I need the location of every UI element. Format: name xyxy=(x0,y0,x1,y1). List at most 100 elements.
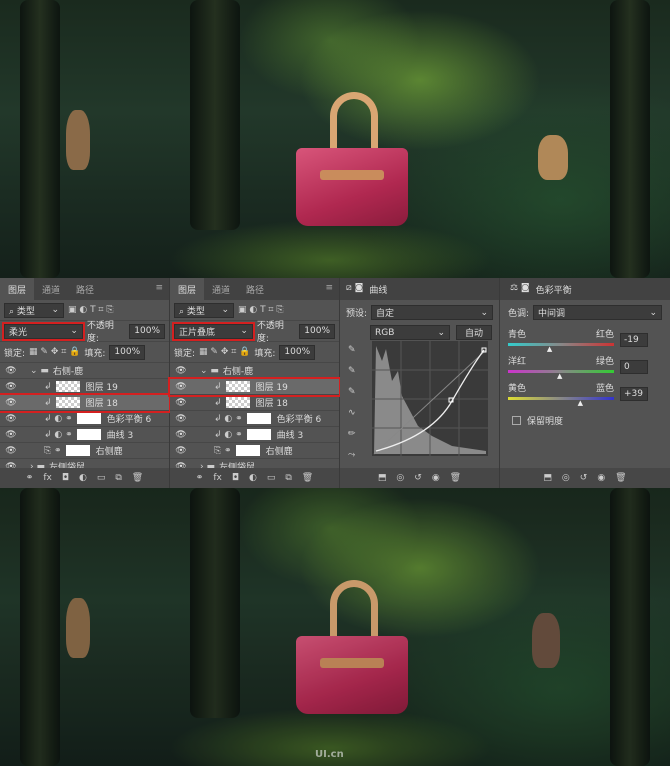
eye-icon[interactable]: 👁 xyxy=(0,366,22,376)
mask-icon[interactable]: ◘ xyxy=(62,473,69,483)
eye-icon[interactable]: 👁 xyxy=(170,446,192,456)
color-slider[interactable]: 黄色 蓝色 ▲ +39 xyxy=(508,381,662,407)
clip-icon[interactable]: ⬒ xyxy=(378,473,387,483)
slider-value-input[interactable]: 0 xyxy=(620,360,648,374)
tab-channels[interactable]: 通道 xyxy=(204,278,238,300)
new-layer-icon[interactable]: ⧉ xyxy=(285,473,291,483)
curve-tools[interactable]: ✎✎✎∿✏⤳▲ xyxy=(348,340,356,487)
eye-icon[interactable]: 👁 xyxy=(170,430,192,440)
layer-row[interactable]: 👁 ↲ ◐ ⚭ 曲线 3 xyxy=(0,427,169,443)
trash-icon[interactable]: 🗑 xyxy=(450,473,461,483)
clip-icon[interactable]: ⬒ xyxy=(543,473,552,483)
fill-label: 填充: xyxy=(84,348,106,359)
layer-name: 右侧-鹿 xyxy=(222,367,254,377)
visibility-icon[interactable]: ◉ xyxy=(432,473,440,483)
eye-icon[interactable]: 👁 xyxy=(0,430,22,440)
layer-row[interactable]: 👁 ↲ 图层 18 xyxy=(0,393,171,413)
layer-row[interactable]: 👁 ↲ 图层 18 xyxy=(170,395,339,411)
tone-select[interactable]: 中间调 ⌄ xyxy=(533,305,662,320)
reset-icon[interactable]: ↺ xyxy=(580,473,588,483)
opacity-input[interactable]: 100% xyxy=(129,323,165,339)
fx-icon[interactable]: fx xyxy=(43,473,52,483)
slider-handle[interactable]: ▲ xyxy=(578,399,583,407)
slider-value-input[interactable]: -19 xyxy=(620,333,648,347)
photo-before xyxy=(0,0,670,278)
adjustment-icon[interactable]: ◐ xyxy=(249,473,257,483)
filter-label: 类型 xyxy=(186,306,205,317)
layer-thumbnail xyxy=(225,381,250,392)
opacity-input[interactable]: 100% xyxy=(299,323,335,339)
folder-icon[interactable]: ▭ xyxy=(267,473,276,483)
layer-row[interactable]: 👁 ⎘ ⚭ 右侧鹿 xyxy=(170,443,339,459)
deer xyxy=(532,613,560,668)
visibility-icon[interactable]: ◉ xyxy=(597,473,605,483)
reset-icon[interactable]: ↺ xyxy=(414,473,422,483)
filter-icons[interactable]: ▣ ◐ T ⌗ ⎘ xyxy=(68,305,114,315)
trash-icon[interactable]: 🗑 xyxy=(302,473,313,483)
color-slider[interactable]: 洋红 绿色 ▲ 0 xyxy=(508,354,662,380)
lock-icons[interactable]: ▦ ✎ ✥ ⌗ 🔒 xyxy=(199,347,250,357)
link-icon[interactable]: ⚭ xyxy=(196,473,204,483)
tree-trunk xyxy=(610,0,650,278)
slider-handle[interactable]: ▲ xyxy=(557,372,562,380)
layer-row[interactable]: 👁 ⌄ ▬ 右侧-鹿 xyxy=(0,363,169,379)
slider-left-label: 黄色 xyxy=(508,384,527,394)
color-balance-title: 色彩平衡 xyxy=(535,286,572,296)
tree-trunk xyxy=(190,0,240,230)
slider-handle[interactable]: ▲ xyxy=(547,345,552,353)
fx-icon[interactable]: fx xyxy=(213,473,222,483)
adjustment-icon[interactable]: ◐ xyxy=(79,473,87,483)
layer-row[interactable]: 👁 ↲ ◐ ⚭ 色彩平衡 6 xyxy=(170,411,339,427)
slider-value-input[interactable]: +39 xyxy=(620,387,648,401)
eye-icon[interactable]: 👁 xyxy=(0,414,22,424)
tab-channels[interactable]: 通道 xyxy=(34,278,68,300)
channel-select[interactable]: RGB ⌄ xyxy=(370,325,450,340)
color-slider[interactable]: 青色 红色 ▲ -19 xyxy=(508,327,662,353)
layer-row[interactable]: 👁 ⌄ ▬ 右侧-鹿 xyxy=(170,363,339,379)
preset-select[interactable]: 自定 ⌄ xyxy=(371,305,493,320)
trash-icon[interactable]: 🗑 xyxy=(132,473,143,483)
blend-mode-select[interactable]: 正片叠底 ⌄ xyxy=(172,321,255,341)
layer-row[interactable]: 👁 ↲ ◐ ⚭ 色彩平衡 6 xyxy=(0,411,169,427)
filter-icons[interactable]: ▣ ◐ T ⌗ ⎘ xyxy=(238,305,284,315)
layer-thumbnail xyxy=(65,445,90,456)
tab-layers[interactable]: 图层 xyxy=(0,278,35,300)
layer-thumbnail xyxy=(55,397,80,408)
lock-icons[interactable]: ▦ ✎ ✥ ⌗ 🔒 xyxy=(29,347,80,357)
layer-name: 曲线 3 xyxy=(276,431,304,441)
blend-mode-select[interactable]: 柔光 ⌄ xyxy=(2,321,85,341)
preserve-checkbox[interactable] xyxy=(512,416,521,425)
eye-icon[interactable]: 👁 xyxy=(170,414,192,424)
eye-icon[interactable]: 👁 xyxy=(170,398,192,408)
auto-button[interactable]: 自动 xyxy=(456,325,492,340)
view-previous-icon[interactable]: ◎ xyxy=(562,473,570,483)
new-layer-icon[interactable]: ⧉ xyxy=(115,473,121,483)
fill-input[interactable]: 100% xyxy=(279,344,316,360)
eye-icon[interactable]: 👁 xyxy=(0,446,22,456)
fill-input[interactable]: 100% xyxy=(109,344,146,360)
curve-graph[interactable] xyxy=(372,341,488,456)
photo-after: UI.cn xyxy=(0,488,670,766)
folder-icon[interactable]: ▭ xyxy=(97,473,106,483)
tab-paths[interactable]: 路径 xyxy=(238,278,272,300)
menu-icon[interactable]: ≡ xyxy=(155,283,163,293)
eye-icon[interactable]: 👁 xyxy=(0,398,22,408)
filter-select[interactable]: ⌕ 类型 ⌄ xyxy=(174,302,234,318)
layer-row[interactable]: 👁 ↲ 图层 19 xyxy=(168,377,341,397)
layer-row[interactable]: 👁 ⎘ ⚭ 右侧鹿 xyxy=(0,443,169,459)
tab-layers[interactable]: 图层 xyxy=(170,278,205,300)
filter-select[interactable]: ⌕ 类型 ⌄ xyxy=(4,302,64,318)
link-icon[interactable]: ⚭ xyxy=(26,473,34,483)
watermark: UI.cn xyxy=(315,749,344,760)
view-previous-icon[interactable]: ◎ xyxy=(396,473,404,483)
eye-icon[interactable]: 👁 xyxy=(0,382,22,392)
layer-name: 右侧鹿 xyxy=(265,447,293,457)
menu-icon[interactable]: ≡ xyxy=(325,283,333,293)
layer-row[interactable]: 👁 ↲ ◐ ⚭ 曲线 3 xyxy=(170,427,339,443)
mask-icon[interactable]: ◘ xyxy=(232,473,239,483)
eye-icon[interactable]: 👁 xyxy=(170,366,192,376)
layer-row[interactable]: 👁 ↲ 图层 19 xyxy=(0,379,169,395)
tab-paths[interactable]: 路径 xyxy=(68,278,102,300)
eye-icon[interactable]: 👁 xyxy=(170,382,192,392)
trash-icon[interactable]: 🗑 xyxy=(615,473,626,483)
